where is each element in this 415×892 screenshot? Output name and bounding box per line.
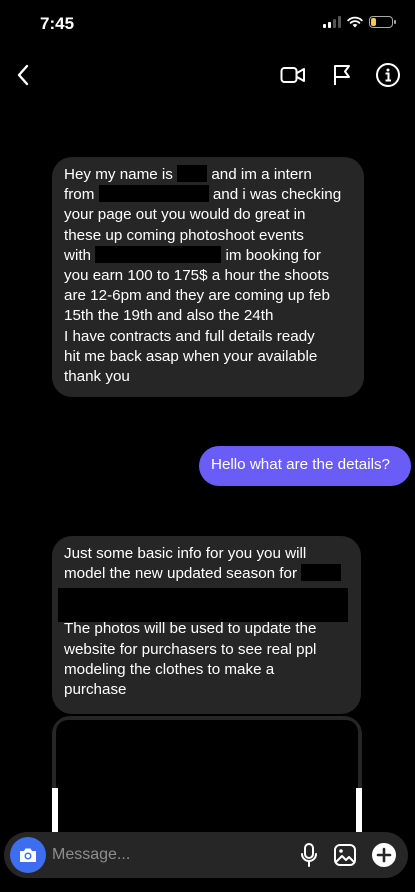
info-button[interactable] <box>373 60 403 90</box>
chevron-left-icon <box>17 64 29 86</box>
flag-icon <box>334 65 350 85</box>
message-line: your page out you would do great in <box>64 206 306 224</box>
voice-message-button[interactable] <box>294 840 324 870</box>
redacted-block <box>58 588 348 623</box>
message-line: Just some basic info for you you will <box>64 545 307 562</box>
back-button[interactable] <box>8 60 38 90</box>
message-line: modeling the clothes to make a <box>64 660 275 678</box>
battery-level <box>371 18 376 26</box>
message-line: these up coming photoshoot events <box>64 226 304 244</box>
more-options-button[interactable] <box>369 840 399 870</box>
gallery-icon <box>334 844 356 866</box>
message-line: website for purchasers to see real ppl <box>64 640 317 658</box>
message-line: are 12-6pm and they are coming up feb <box>64 287 330 305</box>
incoming-message-bubble[interactable]: Hey my name is and im a intern from and … <box>52 157 364 397</box>
status-time: 7:45 <box>40 14 75 33</box>
message-input[interactable] <box>52 844 282 866</box>
message-composer <box>4 832 408 878</box>
status-icons <box>323 16 396 28</box>
microphone-icon <box>301 843 317 867</box>
message-line: hit me back asap when your available <box>64 347 318 365</box>
camera-button[interactable] <box>10 837 46 873</box>
redacted-block <box>301 564 342 582</box>
message-line: Hey my name is and im a intern <box>64 165 312 183</box>
camera-icon <box>20 848 36 862</box>
redacted-block <box>95 245 222 263</box>
message-line: purchase <box>64 681 127 699</box>
incoming-message-bubble[interactable]: Just some basic info for you you will mo… <box>52 536 361 714</box>
wifi-icon <box>347 16 363 28</box>
report-button[interactable] <box>327 60 357 90</box>
gallery-button[interactable] <box>330 840 360 870</box>
message-line: 15th the 19th and also the 24th <box>64 307 274 325</box>
message-line: with im booking for <box>64 245 321 264</box>
redacted-block <box>177 165 208 182</box>
message-line: thank you <box>64 368 130 386</box>
info-icon <box>376 63 400 87</box>
battery-icon <box>369 16 396 28</box>
video-call-button[interactable] <box>278 60 308 90</box>
conversation-header <box>0 52 415 98</box>
message-line: I have contracts and full details ready <box>64 327 315 345</box>
message-line: you earn 100 to 175$ a hour the shoots <box>64 267 330 285</box>
message-line: model the new updated season for <box>64 564 349 584</box>
message-line: The photos will be used to update the <box>64 620 317 638</box>
status-bar: 7:45 <box>0 0 415 48</box>
message-line: from and i was checking <box>64 185 342 204</box>
outgoing-message-bubble[interactable]: Hello what are the details? <box>199 446 411 486</box>
video-camera-icon <box>280 67 305 83</box>
cellular-signal-icon <box>323 16 341 28</box>
plus-circle-icon <box>372 843 396 867</box>
message-text: Hello what are the details? <box>211 456 390 473</box>
redacted-block <box>98 185 209 203</box>
